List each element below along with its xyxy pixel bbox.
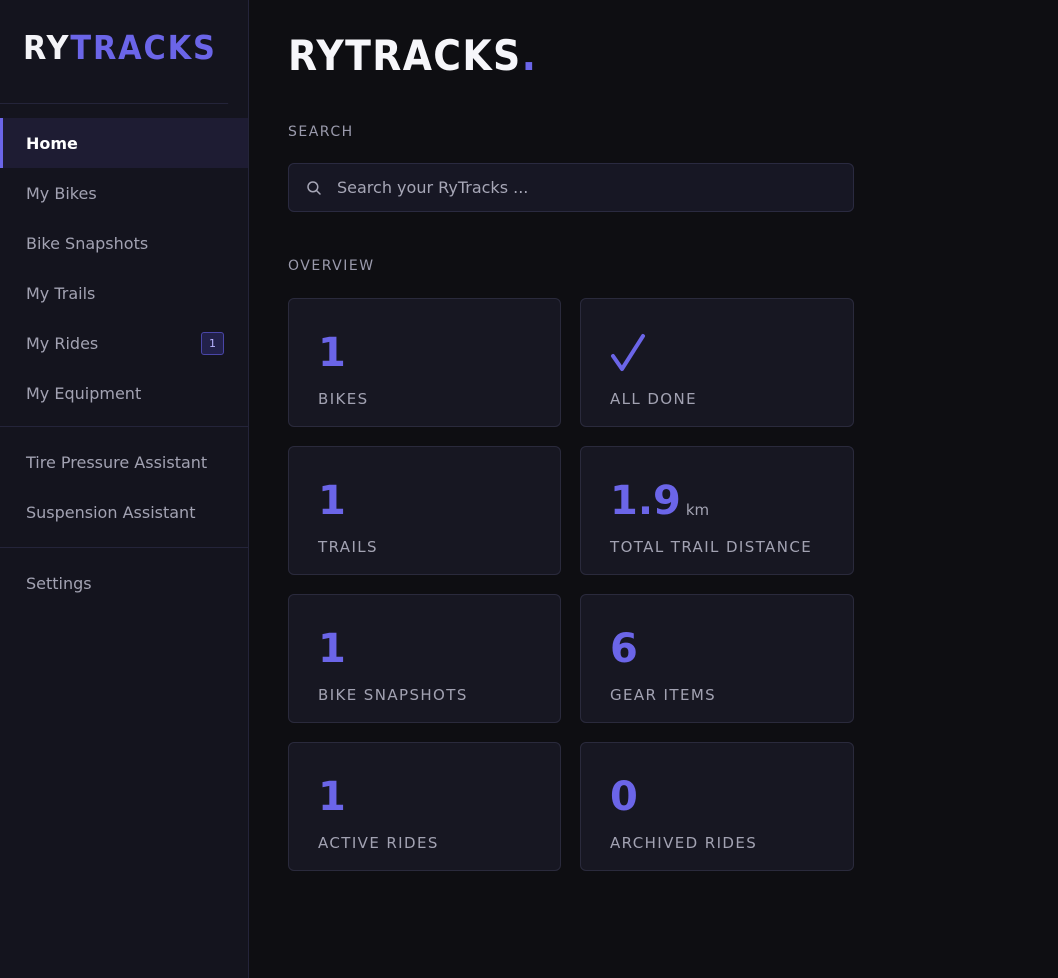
stat-card-bike-snapshots[interactable]: 1 BIKE SNAPSHOTS: [288, 594, 561, 723]
sidebar-item-label: My Bikes: [26, 183, 97, 203]
nav-group-main: Home My Bikes Bike Snapshots My Trails M…: [0, 104, 248, 427]
search-input[interactable]: [337, 178, 817, 197]
search-icon: [307, 180, 321, 195]
stat-card-trails[interactable]: 1 TRAILS: [288, 446, 561, 575]
sidebar-item-label: Home: [26, 133, 78, 153]
stat-label: BIKES: [318, 390, 369, 408]
sidebar-item-suspension-assistant[interactable]: Suspension Assistant: [0, 487, 248, 537]
stat-card-active-rides[interactable]: 1 ACTIVE RIDES: [288, 742, 561, 871]
stat-label: BIKE SNAPSHOTS: [318, 686, 468, 704]
sidebar-item-label: Tire Pressure Assistant: [26, 452, 208, 472]
stat-value: [610, 327, 853, 373]
page-title: RYTRACKS.: [288, 31, 981, 80]
search-box[interactable]: [288, 163, 854, 212]
page-title-dot: .: [521, 31, 538, 80]
main-content: RYTRACKS. SEARCH OVERVIEW 1 BIKES: [249, 0, 1058, 978]
nav-group-assistants: Tire Pressure Assistant Suspension Assis…: [0, 427, 248, 548]
overview-grid: 1 BIKES ALL DONE 1 TRAILS 1.9 km TOTAL T…: [288, 298, 1058, 871]
search-section-label: SEARCH: [288, 124, 354, 140]
brand-logo[interactable]: RYTRACKS: [0, 0, 229, 104]
sidebar-item-tire-pressure-assistant[interactable]: Tire Pressure Assistant: [0, 437, 248, 487]
sidebar-item-label: My Rides: [26, 333, 99, 353]
stat-value: 1: [318, 478, 346, 524]
sidebar-item-my-bikes[interactable]: My Bikes: [0, 168, 248, 218]
stat-card-all-done[interactable]: ALL DONE: [580, 298, 854, 427]
nav-group-settings: Settings: [0, 548, 248, 616]
sidebar-item-my-equipment[interactable]: My Equipment: [0, 368, 248, 418]
stat-value: 1: [318, 330, 346, 376]
stat-value: 1: [318, 774, 346, 820]
stat-unit: km: [685, 501, 710, 519]
brand-part-2: TRACKS: [70, 28, 217, 67]
sidebar-item-my-rides[interactable]: My Rides 1: [0, 318, 248, 368]
app: RYTRACKS Home My Bikes Bike Snapshots My…: [0, 0, 1058, 978]
stat-label: TRAILS: [318, 538, 378, 556]
brand-part-1: RY: [23, 28, 71, 67]
sidebar-item-label: My Equipment: [26, 383, 142, 403]
sidebar-item-label: Settings: [26, 573, 92, 593]
stat-value: 1: [318, 626, 346, 672]
sidebar-item-settings[interactable]: Settings: [0, 558, 248, 608]
stat-label: GEAR ITEMS: [610, 686, 717, 704]
stat-card-total-trail-distance[interactable]: 1.9 km TOTAL TRAIL DISTANCE: [580, 446, 854, 575]
stat-card-gear-items[interactable]: 6 GEAR ITEMS: [580, 594, 854, 723]
check-icon: [611, 334, 645, 371]
rides-count-badge: 1: [201, 331, 224, 355]
overview-section-label: OVERVIEW: [288, 258, 375, 274]
sidebar-item-bike-snapshots[interactable]: Bike Snapshots: [0, 218, 248, 268]
stat-label: ACTIVE RIDES: [318, 834, 439, 852]
stat-label: ARCHIVED RIDES: [610, 834, 758, 852]
sidebar-item-home[interactable]: Home: [0, 118, 248, 168]
sidebar: RYTRACKS Home My Bikes Bike Snapshots My…: [0, 0, 249, 978]
stat-number: 1.9: [610, 478, 681, 524]
stat-value: 6: [610, 626, 638, 672]
sidebar-item-label: Suspension Assistant: [26, 502, 196, 522]
stat-value: 1.9 km: [610, 475, 853, 521]
sidebar-item-label: Bike Snapshots: [26, 233, 149, 253]
sidebar-item-my-trails[interactable]: My Trails: [0, 268, 248, 318]
stat-label: ALL DONE: [610, 390, 697, 408]
stat-card-archived-rides[interactable]: 0 ARCHIVED RIDES: [580, 742, 854, 871]
stat-label: TOTAL TRAIL DISTANCE: [610, 538, 813, 556]
page-title-text: RYTRACKS: [288, 31, 522, 80]
stat-card-bikes[interactable]: 1 BIKES: [288, 298, 561, 427]
stat-value: 0: [610, 774, 638, 820]
sidebar-item-label: My Trails: [26, 283, 96, 303]
